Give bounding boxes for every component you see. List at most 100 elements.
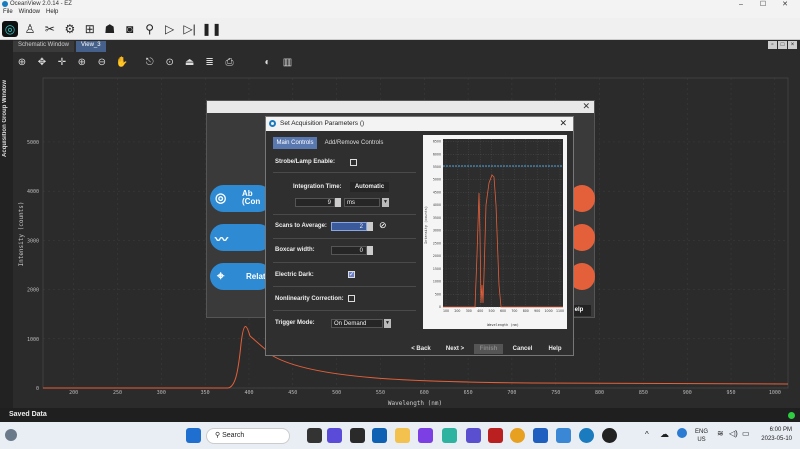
strobe-label: Strobe/Lamp Enable: — [275, 159, 336, 165]
restore-view-icon[interactable]: ▫ — [768, 41, 777, 49]
clock[interactable]: 6:00 PM 2023-05-10 — [761, 426, 792, 444]
weather-icon[interactable] — [5, 429, 17, 441]
search-icon[interactable]: ⚲ — [142, 21, 158, 37]
chevron-down-icon[interactable]: ▼ — [382, 198, 389, 207]
volume-icon[interactable]: ◁) — [729, 429, 738, 438]
minimize-button[interactable]: – — [730, 1, 752, 8]
boxcar-spin-buttons[interactable] — [367, 246, 373, 255]
zoom-in-icon[interactable]: ⊕ — [75, 56, 89, 70]
finish-button[interactable]: Finish — [474, 344, 503, 354]
scans-to-average-input[interactable]: 2 — [331, 222, 367, 231]
help-button[interactable]: Help — [541, 344, 569, 354]
chevron-up-icon[interactable]: ^ — [645, 430, 649, 439]
integration-unit-select[interactable]: ms — [344, 198, 380, 207]
word-icon[interactable] — [533, 428, 548, 443]
plot-x-tick-label: 1000 — [769, 390, 781, 396]
onenote-icon[interactable] — [466, 428, 481, 443]
user-icon[interactable]: ♙ — [22, 21, 38, 37]
chrome-icon[interactable] — [510, 428, 525, 443]
photos-icon[interactable] — [556, 428, 571, 443]
print-icon[interactable]: ⎙ — [223, 56, 237, 70]
outlook-icon[interactable] — [372, 428, 387, 443]
view-toolbar: ⊕ ✥ ✛ ⊕ ⊖ ✋ ⎋ ⊙ ⏏ ≣ ⎙ ◐ ▥ — [13, 52, 800, 74]
integration-time-input[interactable]: 9 — [295, 198, 335, 207]
saved-data-bar: Saved Data — [0, 408, 800, 422]
robot-icon[interactable]: ☗ — [102, 21, 118, 37]
cancel-button[interactable]: Cancel — [508, 344, 537, 354]
oceanview-active-icon[interactable] — [602, 428, 617, 443]
trigger-mode-select[interactable]: On Demand — [331, 319, 383, 328]
close-button[interactable]: ✕ — [774, 0, 796, 8]
layers-icon[interactable]: ≣ — [203, 56, 217, 70]
preview-spectrum-plot[interactable]: 6500600055005000450040003500300025002000… — [423, 135, 567, 329]
tab-schematic-window[interactable]: Schematic Window — [13, 41, 75, 52]
emission-button[interactable]: 〰 — [210, 224, 272, 251]
media-player-icon[interactable] — [418, 428, 433, 443]
oceanview-home-icon[interactable]: ◎ — [2, 21, 18, 37]
electric-dark-checkbox[interactable]: ✓ — [348, 271, 355, 278]
trigger-chevron-down-icon[interactable]: ▼ — [384, 319, 391, 328]
export-icon[interactable]: ⎋ — [143, 56, 157, 70]
sidebar-label[interactable]: Acquisition Group Window — [2, 80, 8, 157]
acrobat-icon[interactable] — [488, 428, 503, 443]
oceanview-taskbar-icon[interactable] — [579, 428, 594, 443]
step-icon[interactable]: ▷| — [182, 21, 198, 37]
integration-spin-buttons[interactable] — [335, 198, 341, 207]
boxcar-width-input[interactable]: 0 — [331, 246, 367, 255]
hand-icon[interactable]: ✋ — [115, 56, 129, 70]
windows-start-icon[interactable] — [186, 428, 201, 443]
table-icon[interactable]: ▥ — [280, 56, 294, 70]
wizard-icon[interactable]: ✂ — [42, 21, 58, 37]
relative-irradiance-button[interactable]: ⌖ Relati — [210, 263, 272, 290]
autoscale-icon[interactable]: ⊕ — [15, 56, 29, 70]
trigger-label: Trigger Mode: — [275, 320, 315, 326]
pan-icon[interactable]: ✥ — [35, 56, 49, 70]
crosshair-icon[interactable]: ✛ — [55, 56, 69, 70]
plot-y-label: Intensity (counts) — [18, 201, 25, 266]
camera-icon[interactable]: ◙ — [122, 21, 138, 37]
maximize-view-icon[interactable]: □ — [778, 41, 787, 49]
tab-view-3[interactable]: View_3 — [76, 41, 106, 52]
no-sync-icon[interactable]: ⊘ — [379, 220, 387, 231]
task-view-icon[interactable] — [307, 428, 322, 443]
play-icon[interactable]: ▷ — [162, 21, 178, 37]
onedrive-icon[interactable]: ☁ — [660, 429, 669, 440]
background-dialog-close-icon[interactable]: ✕ — [582, 101, 590, 112]
saved-data-label[interactable]: Saved Data — [9, 411, 47, 418]
tab-add-remove-controls[interactable]: Add/Remove Controls — [321, 137, 387, 149]
settings-icon[interactable]: ⚙ — [62, 21, 78, 37]
teams-icon[interactable] — [442, 428, 457, 443]
camera-app-icon[interactable] — [350, 428, 365, 443]
menu-help[interactable]: Help — [46, 9, 58, 15]
maximize-button[interactable]: ☐ — [752, 0, 774, 8]
menu-file[interactable]: File — [3, 9, 13, 15]
schematic-icon[interactable]: ⊞ — [82, 21, 98, 37]
scans-spin-buttons[interactable] — [367, 222, 373, 231]
tab-main-controls[interactable]: Main Controls — [273, 137, 317, 149]
back-button[interactable]: < Back — [407, 344, 435, 354]
chat-icon[interactable] — [327, 428, 342, 443]
pause-icon[interactable]: ❚❚ — [202, 21, 222, 37]
file-explorer-icon[interactable] — [395, 428, 410, 443]
automatic-button[interactable]: Automatic — [350, 182, 389, 192]
plot-x-tick-label: 550 — [376, 390, 385, 396]
taskbar-search[interactable]: ⚲ Search — [206, 428, 290, 444]
battery-icon[interactable]: ▭ — [742, 429, 750, 438]
wifi-icon[interactable]: ≋ — [717, 429, 724, 438]
dialog-close-icon[interactable]: ✕ — [559, 118, 567, 129]
overlay-icon[interactable]: ⊙ — [163, 56, 177, 70]
strobe-checkbox[interactable] — [350, 159, 357, 166]
next-button[interactable]: Next > — [441, 344, 469, 354]
defender-icon[interactable] — [677, 428, 687, 438]
menu-window[interactable]: Window — [19, 9, 40, 15]
color-icon[interactable]: ◐ — [260, 56, 274, 70]
plot-x-tick-label: 250 — [113, 390, 122, 396]
peak-icon[interactable]: ⏏ — [183, 56, 197, 70]
language-indicator[interactable]: ENG US — [695, 428, 708, 444]
preview-x-tick-label: 400 — [477, 309, 483, 313]
nonlinearity-checkbox[interactable] — [348, 295, 355, 302]
zoom-out-icon[interactable]: ⊖ — [95, 56, 109, 70]
absorbance-button[interactable]: ◎ Ab (Con — [210, 185, 272, 212]
close-view-icon[interactable]: × — [788, 41, 797, 49]
plot-x-tick-label: 400 — [244, 390, 253, 396]
